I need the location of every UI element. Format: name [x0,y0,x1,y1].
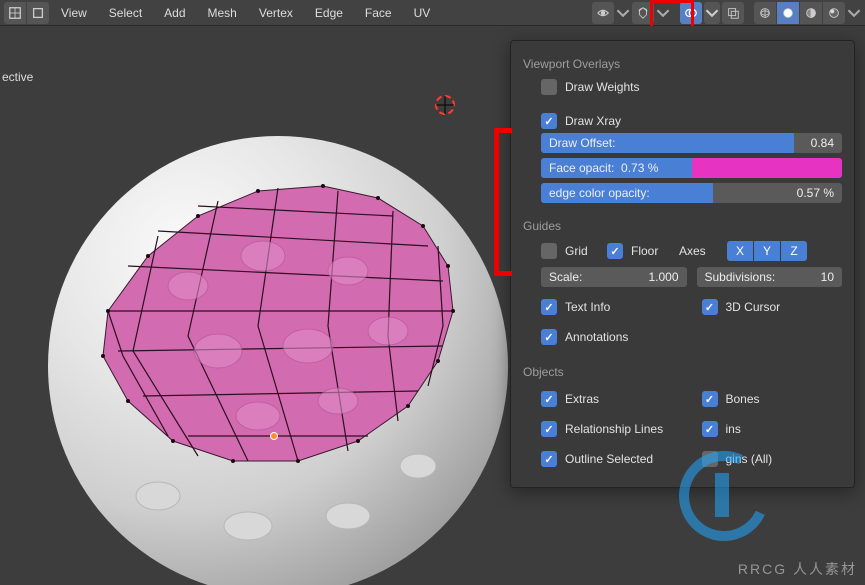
chevron-down-icon[interactable] [616,2,630,24]
subdivisions-label: Subdivisions: [705,270,776,284]
annotations-label: Annotations [565,330,628,344]
axis-x-button[interactable]: X [727,241,753,261]
view-label: ective [2,70,33,84]
bones-checkbox[interactable] [702,391,718,407]
menu-vertex[interactable]: Vertex [249,0,303,26]
mesh-sphere [48,136,508,585]
axes-label: Axes [679,244,713,258]
edge-color-value: 0.57 % [797,186,834,200]
shading-wire-icon[interactable] [754,2,776,24]
watermark-text: RRCG 人人素材 [738,559,857,579]
visibility-icon[interactable] [592,2,614,24]
draw-weights-row[interactable]: Draw Weights [541,79,842,95]
relationship-checkbox[interactable] [541,421,557,437]
draw-offset-value: 0.84 [811,136,834,150]
shading-matprev-icon[interactable] [800,2,822,24]
subdivisions-field[interactable]: Subdivisions: 10 [697,267,843,287]
xray-toggle[interactable] [722,2,744,24]
scale-value: 1.000 [648,270,678,284]
extras-checkbox[interactable] [541,391,557,407]
axes-buttons: X Y Z [727,241,807,261]
editor-type-icon[interactable] [4,2,26,24]
edge-color-opacity-slider[interactable]: edge color opacity: 0.57 % [541,183,842,203]
gizmo-icon[interactable] [632,2,654,24]
bones-label: Bones [726,392,760,406]
shading-solid-icon[interactable] [777,2,799,24]
subdivisions-value: 10 [821,270,834,284]
draw-xray-checkbox[interactable] [541,113,557,129]
extras-label: Extras [565,392,599,406]
relationship-label: Relationship Lines [565,422,663,436]
origins-label: ins [726,422,741,436]
menu-view[interactable]: View [51,0,97,26]
menu-select[interactable]: Select [99,0,152,26]
floor-checkbox[interactable] [607,243,623,259]
menu-add[interactable]: Add [154,0,195,26]
viewport-overlays-panel: Viewport Overlays Draw Weights Draw Xray… [510,40,855,488]
chevron-down-icon[interactable] [656,2,670,24]
face-opacity-label: Face opacit: 0.73 % [549,161,658,175]
3d-cursor-icon [432,92,458,118]
annotations-checkbox[interactable] [541,329,557,345]
text-info-checkbox[interactable] [541,299,557,315]
menu-mesh[interactable]: Mesh [198,0,247,26]
floor-label: Floor [631,244,671,258]
axis-y-button[interactable]: Y [754,241,780,261]
menu-uv[interactable]: UV [404,0,441,26]
3d-cursor-checkbox[interactable] [702,299,718,315]
face-opacity-slider[interactable]: Face opacit: 0.73 % [541,158,842,178]
guides-title: Guides [523,219,842,233]
draw-offset-label: Draw Offset: [549,136,615,150]
grid-checkbox[interactable] [541,243,557,259]
draw-offset-slider[interactable]: Draw Offset: 0.84 [541,133,842,153]
outline-selected-label: Outline Selected [565,452,653,466]
outline-selected-checkbox[interactable] [541,451,557,467]
overlays-dropdown[interactable] [704,2,720,24]
header-toolbar: View Select Add Mesh Vertex Edge Face UV [0,0,865,26]
chevron-down-icon[interactable] [847,2,861,24]
edge-color-label: edge color opacity: [549,186,650,200]
scale-label: Scale: [549,270,582,284]
object-origin-icon [270,432,278,440]
objects-title: Objects [523,365,842,379]
draw-weights-label: Draw Weights [565,80,639,94]
menu-edge[interactable]: Edge [305,0,353,26]
menu-face[interactable]: Face [355,0,402,26]
draw-xray-row[interactable]: Draw Xray [541,113,842,129]
origins-checkbox[interactable] [702,421,718,437]
grid-label: Grid [565,244,599,258]
scale-field[interactable]: Scale: 1.000 [541,267,687,287]
3d-cursor-label: 3D Cursor [726,300,781,314]
overlays-toggle[interactable] [680,2,702,24]
mode-icon[interactable] [27,2,49,24]
draw-weights-checkbox[interactable] [541,79,557,95]
watermark-logo [679,451,769,541]
text-info-label: Text Info [565,300,610,314]
panel-title: Viewport Overlays [523,57,842,71]
axis-z-button[interactable]: Z [781,241,807,261]
shading-rendered-icon[interactable] [823,2,845,24]
draw-xray-label: Draw Xray [565,114,621,128]
